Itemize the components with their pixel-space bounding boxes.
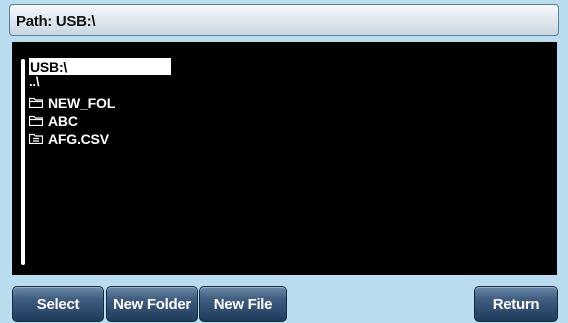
list-item-folder[interactable]: ABC	[29, 112, 78, 129]
new-folder-button[interactable]: New Folder	[106, 286, 198, 322]
new-file-button[interactable]: New File	[199, 286, 287, 322]
list-item-parent-dir[interactable]: ..\	[29, 73, 39, 90]
list-item-label: NEW_FOL	[48, 94, 116, 111]
list-item-label: ABC	[48, 112, 78, 129]
return-button[interactable]: Return	[474, 286, 558, 322]
folder-icon	[29, 97, 43, 108]
list-item-folder[interactable]: NEW_FOL	[29, 94, 115, 111]
path-bar: Path: USB:\	[9, 4, 559, 36]
file-icon	[29, 133, 43, 144]
folder-icon	[29, 115, 43, 126]
select-button[interactable]: Select	[12, 286, 104, 322]
path-label: Path: USB:\	[16, 13, 96, 30]
list-item-label: ..\	[29, 74, 40, 89]
scrollbar[interactable]	[21, 59, 25, 265]
list-item-file[interactable]: AFG.CSV	[29, 130, 109, 147]
file-list-panel: USB:\ ..\ NEW_FOL ABC AFG.CSV	[12, 42, 557, 275]
list-item-current-dir[interactable]: USB:\	[29, 58, 171, 75]
file-browser-screen: Path: USB:\ USB:\ ..\ NEW_FOL ABC AFG.CS…	[0, 0, 568, 323]
list-item-label: AFG.CSV	[48, 130, 109, 147]
